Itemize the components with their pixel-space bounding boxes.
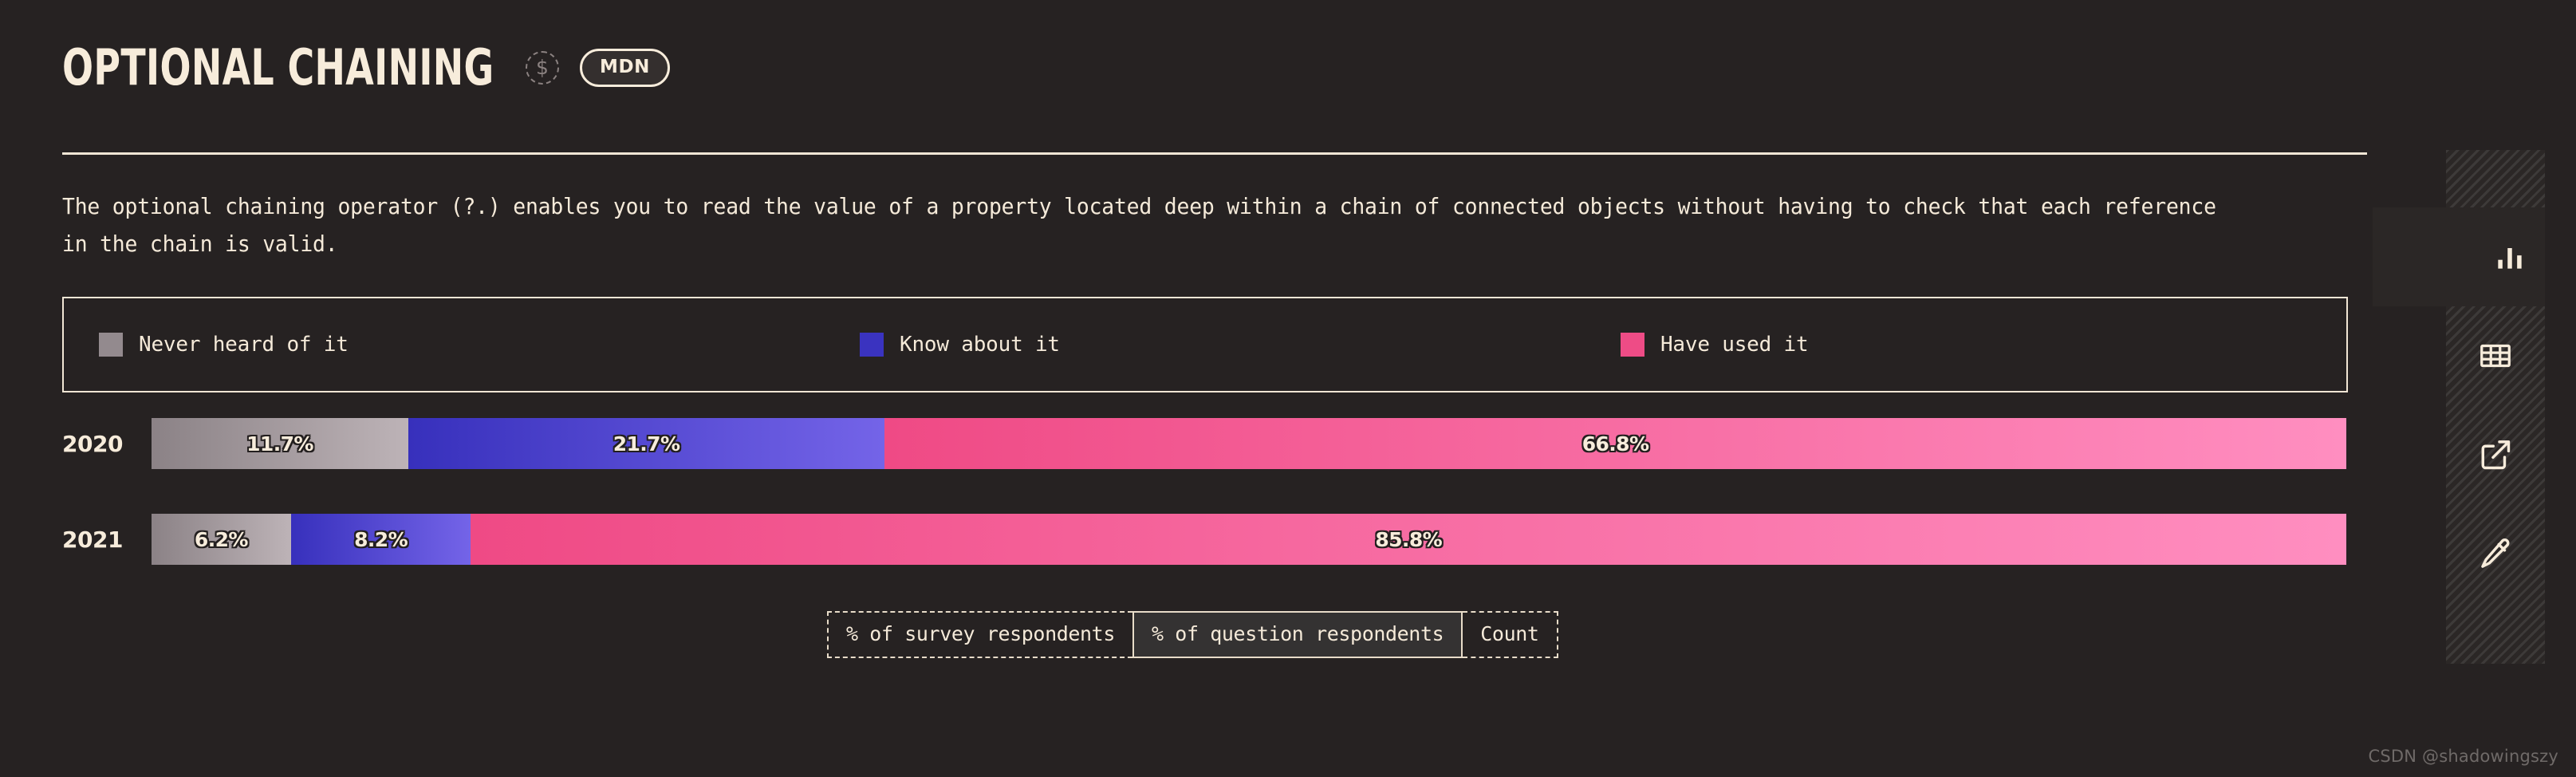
bar-segment-value: 6.2% — [194, 527, 249, 551]
dollar-icon: $ — [526, 51, 559, 85]
legend: Never heard of it Know about it Have use… — [62, 297, 2348, 392]
legend-item-know-about-it[interactable]: Know about it — [825, 333, 1585, 357]
tab-percent-survey-respondents[interactable]: % of survey respondents — [827, 611, 1132, 658]
bar-segment-never-heard-of-it[interactable]: 6.2% — [152, 514, 291, 565]
dollar-icon-glyph: $ — [536, 55, 549, 79]
sidebar-item-chart-view[interactable] — [2373, 207, 2545, 306]
survey-result-panel: OPTIONAL CHAINING $ MDN The optional cha… — [0, 0, 2576, 777]
bar-segment-value: 11.7% — [246, 432, 313, 456]
legend-item-label: Know about it — [899, 333, 1060, 357]
page-title: OPTIONAL CHAINING — [62, 38, 494, 97]
header-divider — [62, 152, 2367, 155]
legend-swatch-icon — [1620, 333, 1644, 357]
watermark: CSDN @shadowingszy — [2368, 747, 2558, 766]
table-grid-icon — [2480, 344, 2511, 368]
legend-item-have-used-it[interactable]: Have used it — [1585, 333, 2346, 357]
tab-percent-question-respondents[interactable]: % of question respondents — [1132, 611, 1463, 658]
external-link-icon — [2481, 440, 2511, 470]
page-title-block: OPTIONAL CHAINING — [62, 43, 505, 93]
bar-row: 2021 6.2% 8.2% 85.8% — [0, 514, 2576, 565]
pencil-icon — [2481, 538, 2510, 568]
bar-segment-know-about-it[interactable]: 8.2% — [290, 514, 471, 565]
legend-item-label: Have used it — [1660, 333, 1809, 357]
sidebar-item-table-view[interactable] — [2446, 306, 2545, 405]
bar-segment-value: 8.2% — [354, 527, 408, 551]
bar-segment-value: 85.8% — [1375, 527, 1443, 551]
view-mode-sidebar — [2373, 150, 2545, 664]
mdn-badge[interactable]: MDN — [580, 49, 671, 87]
bar-track: 11.7% 21.7% 66.8% — [152, 418, 2346, 469]
bar-segment-never-heard-of-it[interactable]: 11.7% — [152, 418, 408, 469]
bar-row-year-label: 2021 — [62, 526, 123, 553]
stacked-bar-chart: 2020 11.7% 21.7% 66.8% 2021 6.2% 8.2% 85… — [0, 418, 2576, 609]
sidebar-item-edit[interactable] — [2446, 504, 2545, 603]
bar-chart-icon — [2498, 248, 2522, 269]
bar-segment-value: 66.8% — [1581, 432, 1649, 456]
bar-row: 2020 11.7% 21.7% 66.8% — [0, 418, 2576, 469]
bar-segment-have-used-it[interactable]: 85.8% — [471, 514, 2346, 565]
legend-item-never-heard-of-it[interactable]: Never heard of it — [64, 333, 825, 357]
tab-count[interactable]: Count — [1463, 611, 1558, 658]
unit-toggle-group: % of survey respondents % of question re… — [827, 611, 1558, 658]
legend-swatch-icon — [859, 333, 884, 357]
sidebar-item-share-external[interactable] — [2446, 405, 2545, 504]
header: OPTIONAL CHAINING $ MDN — [62, 43, 671, 93]
bar-segment-know-about-it[interactable]: 21.7% — [408, 418, 885, 469]
description-text: The optional chaining operator (?.) enab… — [62, 194, 2216, 257]
legend-swatch-icon — [99, 333, 123, 357]
bar-segment-have-used-it[interactable]: 66.8% — [884, 418, 2346, 469]
bar-segment-value: 21.7% — [612, 432, 680, 456]
legend-item-label: Never heard of it — [139, 333, 349, 357]
bar-track: 6.2% 8.2% 85.8% — [152, 514, 2346, 565]
bar-row-year-label: 2020 — [62, 430, 123, 457]
